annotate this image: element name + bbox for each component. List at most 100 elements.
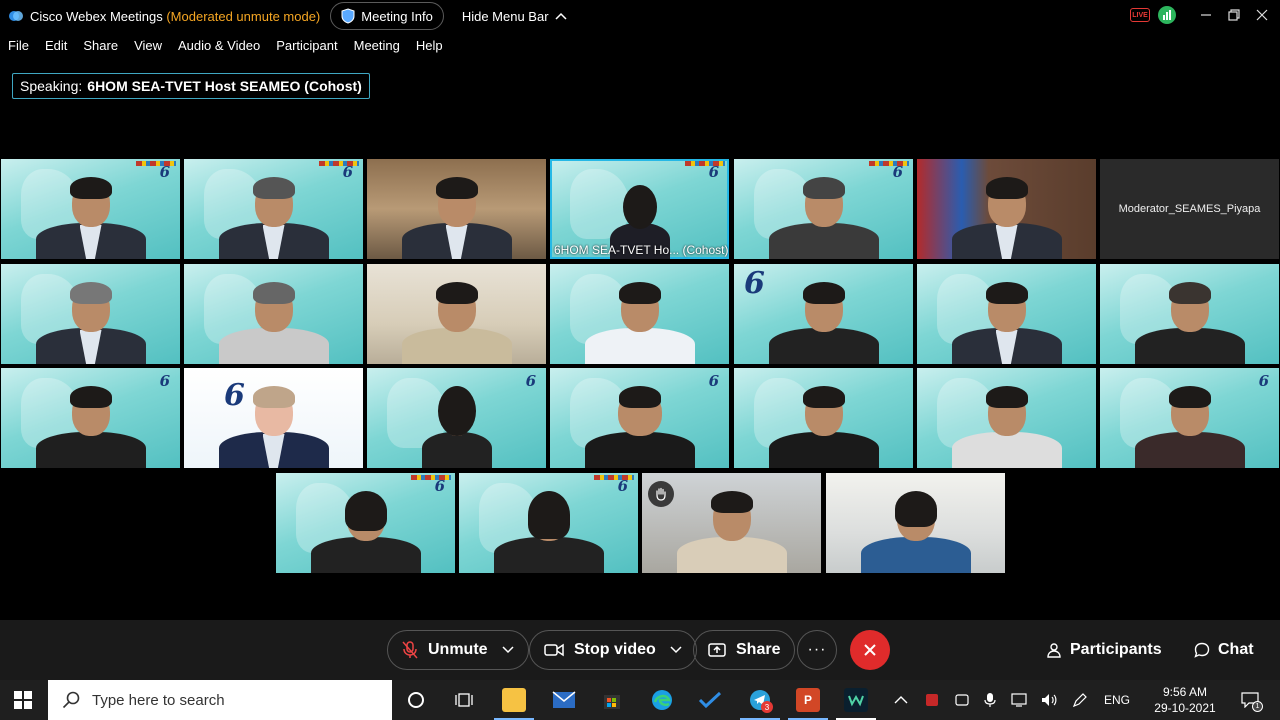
restore-icon[interactable] <box>1224 5 1244 25</box>
task-view-icon[interactable] <box>452 688 476 712</box>
participant-video <box>584 280 695 364</box>
signal-bars-icon <box>1163 10 1171 20</box>
close-icon[interactable] <box>1252 5 1272 25</box>
windows-start-icon[interactable] <box>14 691 32 709</box>
event-logo: 6 <box>1258 372 1269 390</box>
participant-video <box>1134 280 1245 364</box>
network-icon[interactable] <box>1010 692 1028 708</box>
menu-view[interactable]: View <box>134 38 162 53</box>
meet-now-icon[interactable] <box>954 692 970 708</box>
cortana-icon[interactable] <box>404 688 428 712</box>
participant-video <box>401 175 512 259</box>
webex-taskbar-icon[interactable] <box>844 688 868 712</box>
volume-icon[interactable] <box>1040 692 1058 708</box>
menu-file[interactable]: File <box>8 38 29 53</box>
minimize-icon[interactable] <box>1196 5 1216 25</box>
video-tile[interactable]: 6 <box>734 264 913 364</box>
more-options-button[interactable]: ··· <box>797 630 837 670</box>
webex-logo-icon <box>9 11 23 21</box>
hide-menu-bar-button[interactable]: Hide Menu Bar <box>462 9 567 24</box>
mail-icon[interactable] <box>552 688 576 712</box>
participant-video <box>768 175 879 259</box>
share-screen-icon <box>708 643 726 657</box>
participants-button[interactable]: Participants <box>1046 630 1162 670</box>
system-tray: ENG <box>890 680 1130 720</box>
participant-video <box>493 489 604 573</box>
store-icon[interactable] <box>600 688 624 712</box>
video-tile[interactable] <box>367 159 546 259</box>
notifications-icon[interactable]: 1 <box>1238 688 1263 712</box>
video-tile-active-speaker[interactable]: 6 6HOM SEA-TVET Ho... (Cohost) <box>550 159 729 259</box>
file-explorer-icon[interactable] <box>502 688 526 712</box>
video-tile[interactable]: 6 <box>1 159 180 259</box>
video-tile[interactable]: 6 <box>184 368 363 468</box>
pen-icon[interactable] <box>1072 692 1088 708</box>
chevron-down-icon[interactable] <box>502 646 514 654</box>
participant-name-label: 6HOM SEA-TVET Ho... (Cohost) <box>554 243 729 257</box>
unmute-button[interactable]: Unmute <box>387 630 529 670</box>
participant-video <box>35 384 146 468</box>
chevron-up-icon[interactable] <box>894 695 908 705</box>
menu-help[interactable]: Help <box>416 38 443 53</box>
participant-video <box>218 280 329 364</box>
end-meeting-button[interactable] <box>850 630 890 670</box>
video-tile[interactable]: 6 <box>550 368 729 468</box>
video-tile[interactable] <box>550 264 729 364</box>
event-logo: 6 <box>159 372 170 390</box>
participant-video <box>951 280 1062 364</box>
event-logo: 6 <box>525 372 536 390</box>
video-tile[interactable]: Moderator_SEAMES_Piyapa <box>1100 159 1279 259</box>
clock-time: 9:56 AM <box>1162 685 1208 699</box>
video-tile[interactable]: 6 <box>1100 368 1279 468</box>
video-tile[interactable] <box>734 368 913 468</box>
edge-browser-icon[interactable] <box>650 688 674 712</box>
participant-video <box>584 384 695 468</box>
share-label: Share <box>736 641 781 658</box>
meeting-info-button[interactable]: Meeting Info <box>330 2 444 30</box>
telegram-badge: 3 <box>761 701 773 713</box>
video-tile[interactable]: 6 <box>276 473 455 573</box>
video-tile[interactable]: 6 <box>459 473 638 573</box>
menu-edit[interactable]: Edit <box>45 38 67 53</box>
video-tile[interactable] <box>917 264 1096 364</box>
chevron-down-icon[interactable] <box>670 646 682 654</box>
video-tile[interactable] <box>917 159 1096 259</box>
stop-video-label: Stop video <box>574 641 656 658</box>
stop-video-button[interactable]: Stop video <box>529 630 697 670</box>
video-tile[interactable] <box>642 473 821 573</box>
person-icon <box>1047 643 1061 658</box>
speaking-prefix: Speaking: <box>20 78 83 94</box>
video-tile[interactable] <box>826 473 1005 573</box>
video-camera-icon <box>544 643 564 657</box>
search-placeholder: Type here to search <box>92 691 225 709</box>
video-tile[interactable]: 6 <box>734 159 913 259</box>
video-tile[interactable] <box>917 368 1096 468</box>
app-tray-icon[interactable] <box>924 692 940 708</box>
menu-audio-video[interactable]: Audio & Video <box>178 38 260 53</box>
participant-video <box>310 489 421 573</box>
taskbar-search-box[interactable]: Type here to search <box>48 680 392 720</box>
network-health-icon[interactable] <box>1158 6 1176 24</box>
powerpoint-icon[interactable]: P <box>796 688 820 712</box>
active-speaker-label: Speaking: 6HOM SEA-TVET Host SEAMEO (Coh… <box>12 73 370 99</box>
input-language[interactable]: ENG <box>1104 693 1130 707</box>
video-tile[interactable] <box>184 264 363 364</box>
chat-button[interactable]: Chat <box>1194 630 1254 670</box>
video-tile[interactable] <box>1100 264 1279 364</box>
video-tile[interactable]: 6 <box>1 368 180 468</box>
microphone-icon[interactable] <box>984 692 996 708</box>
participant-video <box>218 384 329 468</box>
todo-check-icon[interactable] <box>698 688 722 712</box>
app-name: Cisco Webex Meetings <box>30 8 163 24</box>
taskbar-clock[interactable]: 9:56 AM 29-10-2021 <box>1152 684 1218 716</box>
telegram-icon[interactable]: 3 <box>748 688 773 713</box>
video-tile[interactable] <box>1 264 180 364</box>
menu-share[interactable]: Share <box>83 38 118 53</box>
share-button[interactable]: Share <box>693 630 796 670</box>
menu-participant[interactable]: Participant <box>276 38 337 53</box>
menu-meeting[interactable]: Meeting <box>354 38 400 53</box>
participant-video <box>860 489 971 573</box>
video-tile[interactable] <box>367 264 546 364</box>
video-tile[interactable]: 6 <box>367 368 546 468</box>
video-tile[interactable]: 6 <box>184 159 363 259</box>
